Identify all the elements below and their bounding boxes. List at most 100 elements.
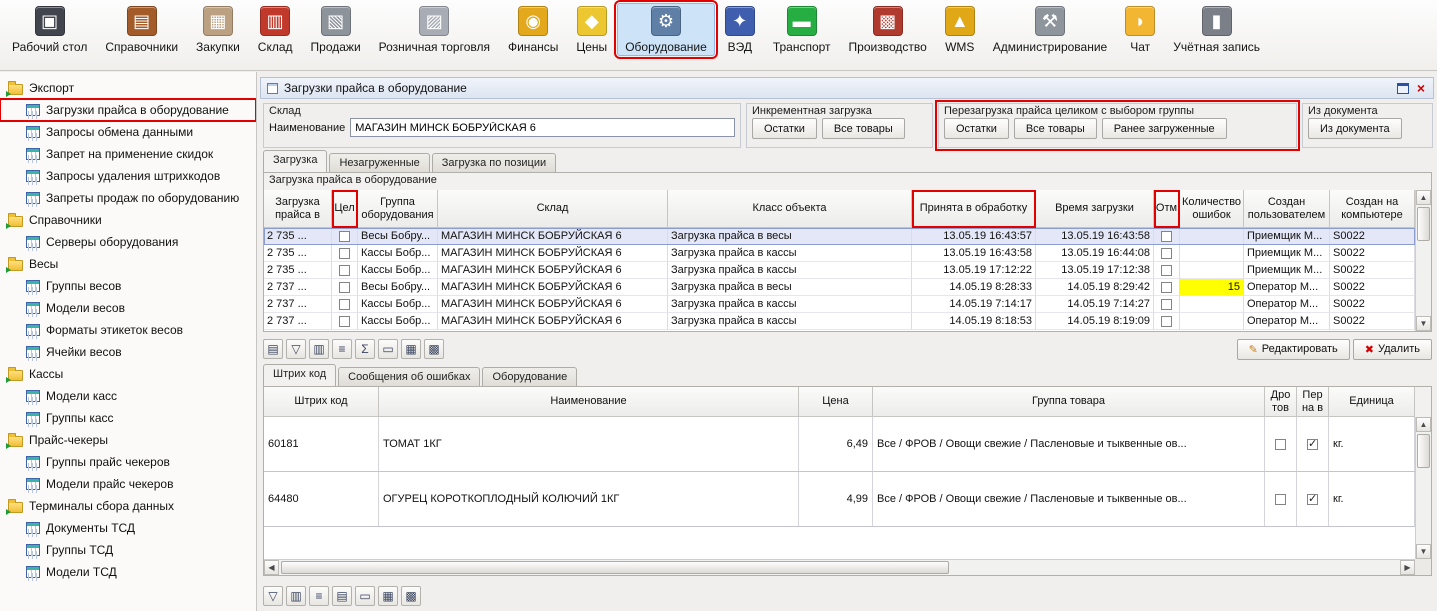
tree-item[interactable]: Запреты продаж по оборудованию [0,187,256,209]
column-header-load-time[interactable]: Время загрузки [1036,190,1154,228]
column-header-equipment-group[interactable]: Группа оборудования [358,190,438,228]
columns-icon[interactable]: ▥ [286,586,306,606]
incremental-load-button[interactable]: Все товары [822,118,905,139]
tree-item[interactable]: Запрет на применение скидок [0,143,256,165]
tree-item[interactable]: Запросы удаления штрихкодов [0,165,256,187]
tree-item[interactable]: Форматы этикеток весов [0,319,256,341]
toolbar-item[interactable]: ▣ Рабочий стол [4,3,95,56]
tree-item[interactable]: Экспорт [0,77,256,99]
tree-item[interactable]: Группы весов [0,275,256,297]
column-header-unit[interactable]: Единица [1329,387,1415,417]
column-header-price[interactable]: Цена [799,387,873,417]
store-name-input[interactable] [350,118,735,137]
product-row[interactable]: 60181 ТОМАТ 1КГ 6,49 Все / ФРОВ / Овощи … [264,417,1415,472]
column-header-mark[interactable]: Отм [1154,190,1180,228]
toolbar-item[interactable]: ▬ Транспорт [765,3,839,56]
target-checkbox[interactable] [339,299,350,310]
toolbar-item[interactable]: ◉ Финансы [500,3,566,56]
toolbar-item[interactable]: ▲ WMS [937,3,983,56]
detail-tab[interactable]: Оборудование [482,367,577,386]
load-row[interactable]: 2 737 ... Кассы Бобр... МАГАЗИН МИНСК БО… [264,296,1415,313]
excel-export-icon[interactable]: ▦ [378,586,398,606]
table-settings-icon[interactable]: ▩ [424,339,444,359]
column-header-object-class[interactable]: Класс объекта [668,190,912,228]
column-header-fractional[interactable]: Дро тов [1265,387,1297,417]
tree-item[interactable]: Группы касс [0,407,256,429]
load-row[interactable]: 2 735 ... Весы Бобру... МАГАЗИН МИНСК БО… [264,228,1415,245]
toolbar-item[interactable]: ▤ Справочники [97,3,186,56]
print-icon[interactable]: ▭ [378,339,398,359]
toolbar-item[interactable]: ◆ Цены [568,3,615,56]
delete-button[interactable]: ✖ Удалить [1353,339,1432,360]
column-header-created-on[interactable]: Создан на компьютере [1330,190,1415,228]
scroll-down-button[interactable]: ▼ [1416,544,1431,559]
fill-down-icon[interactable]: ▤ [263,339,283,359]
tree-item[interactable]: Прайс-чекеры [0,429,256,451]
load-row[interactable]: 2 735 ... Кассы Бобр... МАГАЗИН МИНСК БО… [264,262,1415,279]
toolbar-item[interactable]: ▩ Производство [841,3,935,56]
detail-tab[interactable]: Сообщения об ошибках [338,367,480,386]
row-numbers-icon[interactable]: ≡ [309,586,329,606]
target-checkbox[interactable] [339,265,350,276]
scroll-up-button[interactable]: ▲ [1416,417,1431,432]
column-header-created-by[interactable]: Создан пользователем [1244,190,1330,228]
scroll-up-button[interactable]: ▲ [1416,190,1431,205]
toolbar-item[interactable]: ▨ Розничная торговля [371,3,498,56]
edit-button[interactable]: ✎ Редактировать [1237,339,1350,360]
tree-item[interactable]: Модели весов [0,297,256,319]
filter-icon[interactable]: ▽ [286,339,306,359]
load-row[interactable]: 2 735 ... Кассы Бобр... МАГАЗИН МИНСК БО… [264,245,1415,262]
column-header-name[interactable]: Наименование [379,387,799,417]
column-header-load-id[interactable]: Загрузка прайса в [264,190,332,228]
column-header-store[interactable]: Склад [438,190,668,228]
mark-checkbox[interactable] [1161,265,1172,276]
fractional-checkbox[interactable] [1275,439,1286,450]
tree-item[interactable]: Справочники [0,209,256,231]
target-checkbox[interactable] [339,248,350,259]
excel-export-icon[interactable]: ▦ [401,339,421,359]
columns-icon[interactable]: ▥ [309,339,329,359]
mark-checkbox[interactable] [1161,231,1172,242]
toolbar-item[interactable]: ▮ Учётная запись [1165,3,1268,56]
maximize-button[interactable] [1397,83,1409,94]
tree-item[interactable]: Весы [0,253,256,275]
target-checkbox[interactable] [339,231,350,242]
scroll-thumb[interactable] [1417,434,1430,468]
column-header-accepted[interactable]: Принята в обработку [912,190,1036,228]
mark-checkbox[interactable] [1161,316,1172,327]
column-header-target[interactable]: Цел [332,190,358,228]
mark-checkbox[interactable] [1161,282,1172,293]
full-reload-button[interactable]: Все товары [1014,118,1097,139]
scroll-thumb[interactable] [1417,207,1430,241]
scroll-right-button[interactable]: ▶ [1400,560,1415,575]
incremental-load-button[interactable]: Остатки [752,118,817,139]
full-reload-button[interactable]: Остатки [944,118,1009,139]
row-numbers-icon[interactable]: ≡ [332,339,352,359]
tree-item[interactable]: Модели касс [0,385,256,407]
print-on-scale-checkbox[interactable] [1307,494,1318,505]
detail-tab[interactable]: Штрих код [263,364,336,386]
tree-item[interactable]: Документы ТСД [0,517,256,539]
full-reload-button[interactable]: Ранее загруженные [1102,118,1227,139]
toolbar-item[interactable]: ▥ Склад [250,3,301,56]
mark-checkbox[interactable] [1161,299,1172,310]
mark-checkbox[interactable] [1161,248,1172,259]
tree-item[interactable]: Кассы [0,363,256,385]
column-header-barcode[interactable]: Штрих код [264,387,379,417]
print-on-scale-checkbox[interactable] [1307,439,1318,450]
toolbar-item[interactable]: ⚒ Администрирование [985,3,1115,56]
from-document-button[interactable]: Из документа [1308,118,1402,139]
load-row[interactable]: 2 737 ... Весы Бобру... МАГАЗИН МИНСК БО… [264,279,1415,296]
load-tab[interactable]: Загрузка [263,150,327,172]
print-icon[interactable]: ▭ [355,586,375,606]
toolbar-item[interactable]: ▧ Продажи [303,3,369,56]
toolbar-item[interactable]: ◗ Чат [1117,3,1163,56]
target-checkbox[interactable] [339,316,350,327]
table-settings-icon[interactable]: ▩ [401,586,421,606]
column-header-print-on-scale[interactable]: Пер на в [1297,387,1329,417]
tree-item[interactable]: Серверы оборудования [0,231,256,253]
load-tab[interactable]: Загрузка по позиции [432,153,556,172]
tree-item[interactable]: Модели ТСД [0,561,256,583]
column-header-product-group[interactable]: Группа товара [873,387,1265,417]
column-header-error-count[interactable]: Количество ошибок [1180,190,1244,228]
